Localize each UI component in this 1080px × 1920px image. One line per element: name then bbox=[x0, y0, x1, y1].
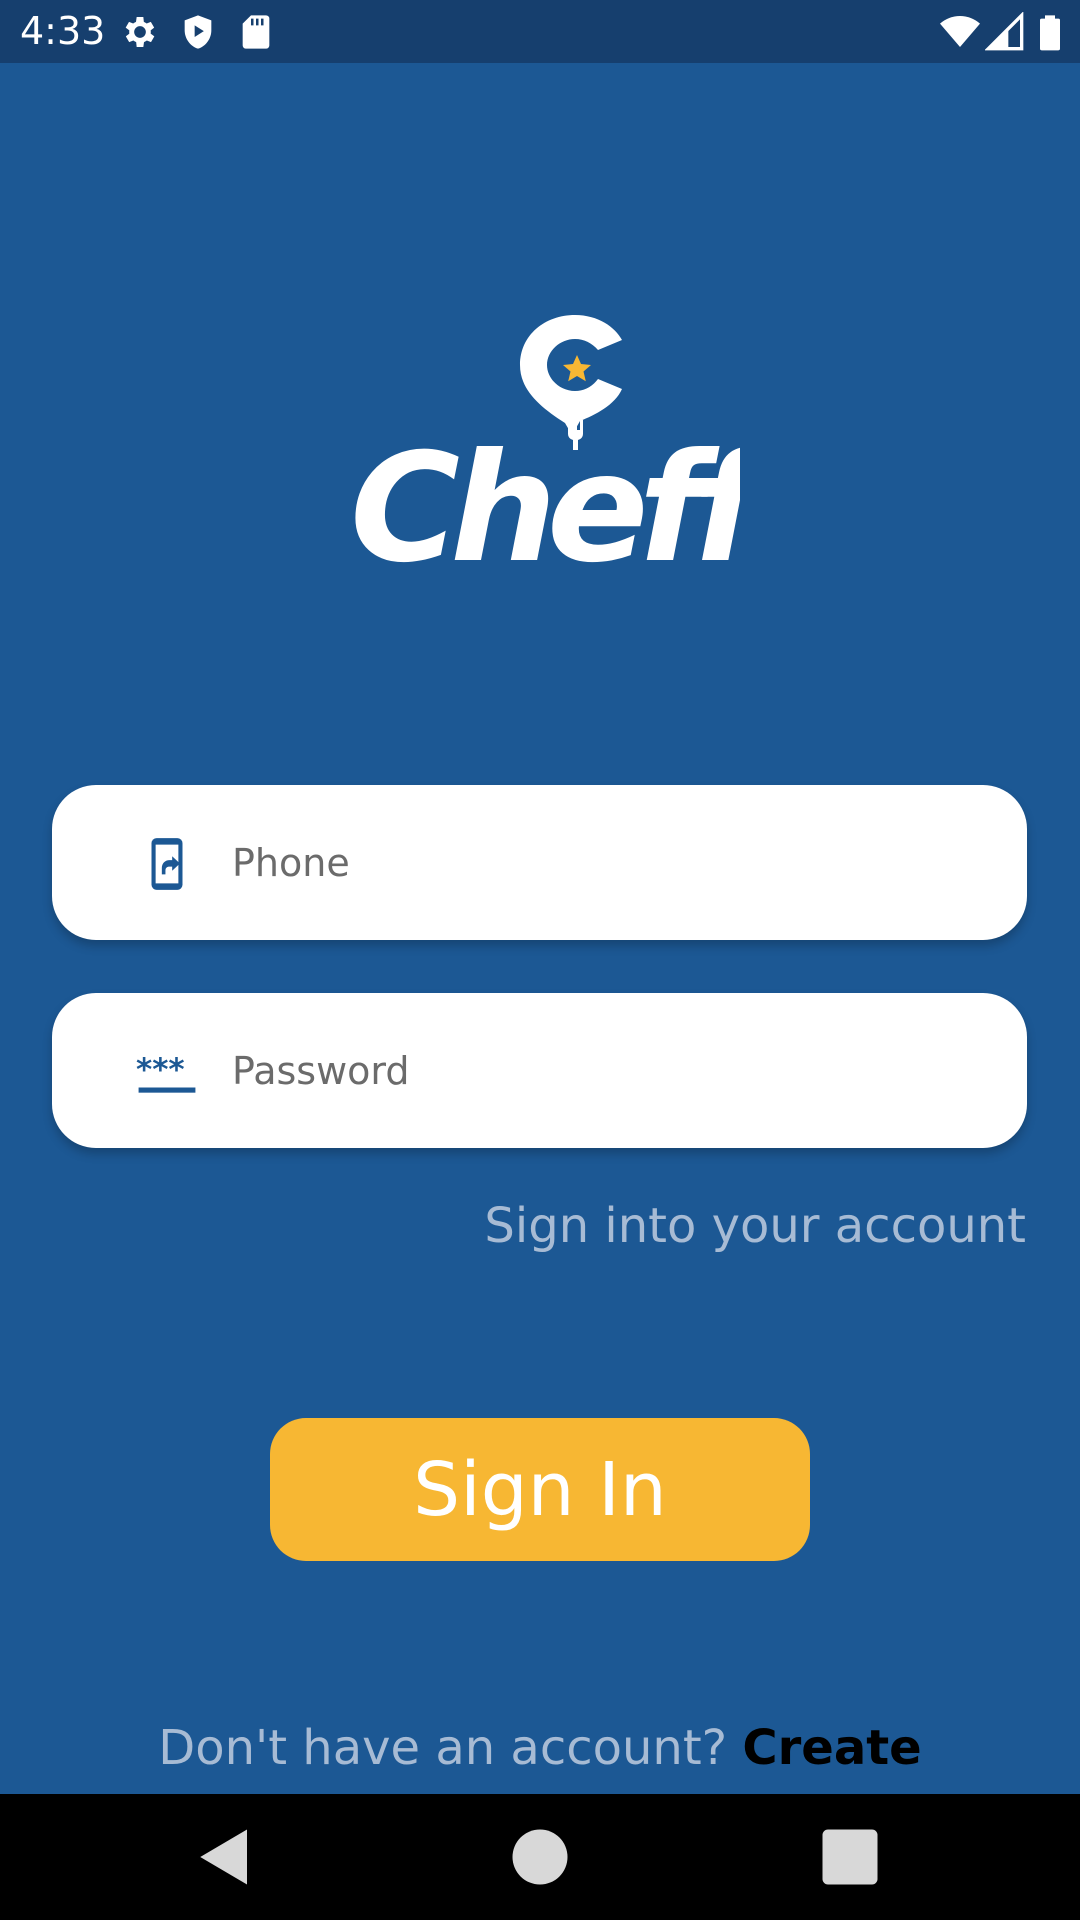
navigation-bar bbox=[0, 1794, 1080, 1920]
phone-share-icon bbox=[151, 838, 183, 890]
status-bar: 4:33 bbox=[0, 0, 1080, 63]
password-input[interactable] bbox=[232, 1033, 992, 1108]
battery-icon bbox=[1040, 15, 1060, 51]
sd-card-icon bbox=[242, 15, 270, 49]
password-field[interactable]: *** bbox=[52, 993, 1027, 1148]
cheff-logo: Cheff bbox=[350, 315, 740, 575]
sign-in-button[interactable]: Sign In bbox=[270, 1418, 810, 1561]
back-icon[interactable] bbox=[192, 1824, 258, 1890]
recents-icon[interactable] bbox=[817, 1824, 883, 1890]
create-account-row: Don't have an account? Create bbox=[0, 1720, 1080, 1776]
create-account-link[interactable]: Create bbox=[742, 1720, 921, 1776]
wifi-icon bbox=[940, 16, 980, 47]
signal-icon bbox=[985, 12, 1024, 51]
create-account-prompt: Don't have an account? bbox=[158, 1720, 743, 1776]
password-icon: *** bbox=[136, 1052, 196, 1093]
gear-icon bbox=[125, 17, 155, 47]
phone-field[interactable] bbox=[52, 785, 1027, 940]
home-icon[interactable] bbox=[507, 1824, 573, 1890]
phone-input[interactable] bbox=[232, 825, 992, 900]
svg-text:***: *** bbox=[136, 1052, 185, 1088]
status-time: 4:33 bbox=[20, 9, 106, 53]
logo-wordmark: Cheff bbox=[350, 422, 740, 575]
shield-play-icon bbox=[184, 15, 212, 49]
sign-into-label: Sign into your account bbox=[484, 1198, 1026, 1254]
